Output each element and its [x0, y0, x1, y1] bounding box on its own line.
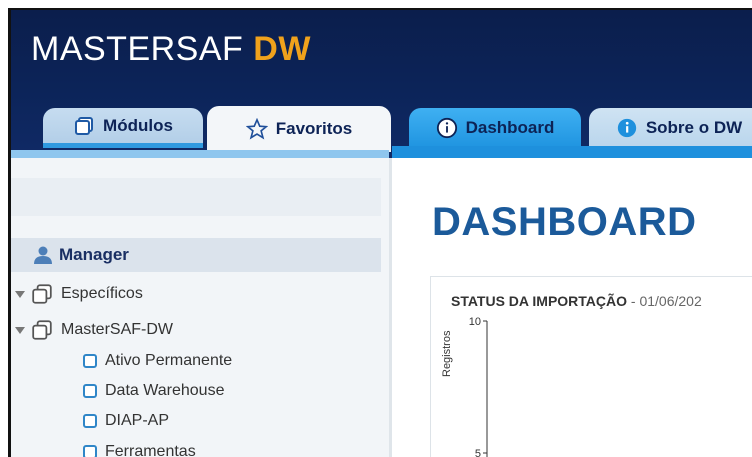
tab-sobre[interactable]: Sobre o DW	[589, 108, 752, 148]
modules-icon	[32, 284, 52, 304]
user-icon	[34, 246, 52, 264]
star-icon	[245, 118, 268, 140]
caret-down-icon[interactable]	[15, 326, 25, 334]
chart-canvas: 10 5	[469, 316, 488, 457]
y-tick-label: 10	[469, 316, 481, 328]
tab-favoritos[interactable]: Favoritos	[207, 106, 391, 152]
info-circle-icon	[436, 117, 458, 139]
tree-node-label: MasterSAF-DW	[61, 321, 173, 338]
tree-leaf-ferramentas[interactable]: Ferramentas	[83, 439, 196, 457]
module-box-icon	[83, 384, 97, 398]
user-name: Manager	[59, 245, 129, 264]
brand-accent: DW	[253, 30, 311, 68]
tree-node-label: Específicos	[61, 285, 143, 302]
module-box-icon	[83, 414, 97, 428]
tab-dashboard-label: Dashboard	[465, 118, 555, 137]
status-chart-panel: STATUS DA IMPORTAÇÃO - 01/06/202 10 5 Reg…	[430, 276, 752, 457]
sidebar: Manager Específicos MasterSAF-DW Ativo P…	[11, 158, 389, 457]
user-row[interactable]: Manager	[11, 238, 381, 272]
header-bar: MASTERSAF DW Módulos Favoritos Dashboard…	[11, 10, 752, 158]
tree-leaf-label: Ativo Permanente	[105, 352, 233, 369]
modules-icon	[32, 320, 52, 340]
info-icon	[616, 117, 638, 139]
module-box-icon	[83, 445, 97, 457]
tree-leaf-label: DIAP-AP	[105, 412, 170, 429]
tree-leaf-label: Ferramentas	[105, 443, 196, 457]
tree-leaf-diap-ap[interactable]: DIAP-AP	[83, 408, 169, 434]
modules-icon	[73, 115, 95, 137]
tree-leaf-label: Data Warehouse	[105, 382, 225, 399]
y-tick-label: 5	[475, 448, 481, 457]
tree-leaf-data-warehouse[interactable]: Data Warehouse	[83, 378, 224, 404]
window-border-top	[8, 8, 752, 10]
tab-dashboard[interactable]: Dashboard	[409, 108, 581, 148]
module-box-icon	[83, 354, 97, 368]
y-axis-label: Registros	[441, 330, 453, 377]
main-content: DASHBOARD STATUS DA IMPORTAÇÃO - 01/06/2…	[392, 158, 752, 457]
app-window: MASTERSAF DW Módulos Favoritos Dashboard…	[8, 8, 752, 457]
left-tab-strip	[11, 150, 389, 158]
caret-down-icon[interactable]	[15, 290, 25, 298]
sidebar-search-area	[11, 178, 381, 216]
tab-modulos[interactable]: Módulos	[43, 108, 203, 148]
tree-node-mastersaf-dw[interactable]: MasterSAF-DW	[11, 317, 173, 343]
right-tab-strip	[392, 146, 752, 158]
tab-sobre-label: Sobre o DW	[645, 118, 743, 137]
tree-leaf-ativo-permanente[interactable]: Ativo Permanente	[83, 348, 232, 374]
tab-favoritos-label: Favoritos	[275, 119, 353, 138]
tab-modulos-label: Módulos	[103, 115, 173, 135]
brand-name: MASTERSAF	[31, 30, 244, 68]
brand-logo: MASTERSAF DW	[31, 30, 311, 69]
page-title: DASHBOARD	[432, 200, 697, 244]
window-border-left	[8, 8, 11, 457]
tree-node-especificos[interactable]: Específicos	[11, 281, 143, 307]
